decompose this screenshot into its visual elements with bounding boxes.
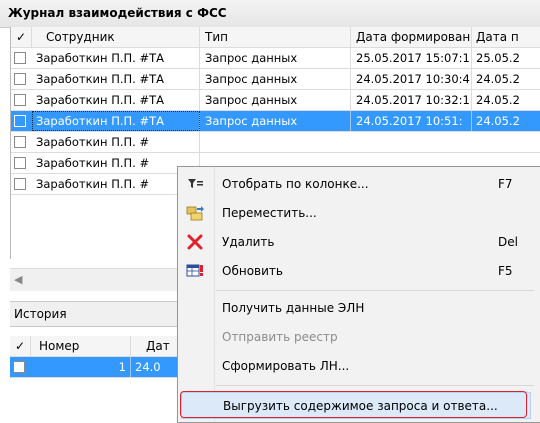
header-check[interactable]: ✓	[11, 27, 32, 47]
cell-type: Запрос данных	[201, 69, 351, 89]
menu-shortcut: F7	[498, 177, 513, 191]
menu-label: Переместить...	[222, 206, 317, 220]
cell-date-formed: 24.05.2017 10:30:4	[352, 69, 472, 89]
cell-employee: Заработкин П.П. #ТА	[32, 90, 200, 110]
history-title: История	[14, 307, 67, 321]
menu-label: Получить данные ЭЛН	[222, 301, 365, 315]
row-checkbox[interactable]	[14, 136, 26, 148]
horizontal-scrollbar[interactable]: ◀	[10, 268, 185, 291]
move-folder-icon	[186, 204, 204, 222]
table-row[interactable]: Заработкин П.П. #ТА Запрос данных 24.05.…	[11, 90, 540, 111]
cell-date-formed: 24.05.2017 10:32:1	[352, 90, 472, 110]
cell-type: Запрос данных	[201, 48, 351, 68]
scroll-left-icon[interactable]: ◀	[14, 273, 22, 286]
cell-date-formed: 24.05.2017 10:51:	[352, 111, 472, 131]
cell-type: Запрос данных	[201, 90, 351, 110]
row-checkbox[interactable]	[14, 73, 26, 85]
history-header-check[interactable]: ✓	[10, 336, 31, 356]
menu-label: Сформировать ЛН...	[222, 359, 350, 373]
history-grid: ✓ Номер Дат 1 24.0	[10, 336, 185, 396]
table-row[interactable]: Заработкин П.П. #ТА Запрос данных 24.05.…	[11, 69, 540, 90]
context-menu: Отобрать по колонке... F7 Переместить...…	[177, 166, 540, 423]
history-panel-header: История	[10, 301, 185, 327]
menu-item-filter-by-column[interactable]: Отобрать по колонке... F7	[178, 171, 540, 197]
cell-date-sent: 24.05.2	[476, 114, 520, 128]
cell-date-sent: 24.05.2	[476, 93, 520, 107]
menu-item-send-registry: Отправить реестр	[178, 324, 540, 350]
cell-employee: Заработкин П.П. #ТА	[32, 48, 200, 68]
table-row[interactable]: Заработкин П.П. #ТА Запрос данных 25.05.…	[11, 48, 540, 69]
menu-label: Отобрать по колонке...	[222, 177, 369, 191]
cell-date-formed: 25.05.2017 15:07:1	[352, 48, 472, 68]
cell-employee: Заработкин П.П. #ТА	[32, 111, 200, 131]
table-row-selected[interactable]: Заработкин П.П. #ТА Запрос данных 24.05.…	[11, 111, 540, 132]
menu-label: Обновить	[222, 264, 283, 278]
row-checkbox[interactable]	[14, 178, 26, 190]
highlight-outline	[180, 391, 527, 418]
menu-item-move[interactable]: Переместить...	[178, 200, 540, 226]
menu-item-get-eln-data[interactable]: Получить данные ЭЛН	[178, 295, 540, 321]
menu-separator	[216, 385, 534, 386]
menu-separator	[216, 290, 534, 291]
row-checkbox[interactable]	[14, 157, 26, 169]
header-date-sent[interactable]: Дата п	[473, 27, 540, 47]
cell-date-sent: 25.05.2	[476, 51, 520, 65]
cell-date-sent: 24.05.2	[476, 72, 520, 86]
menu-item-form-ln[interactable]: Сформировать ЛН...	[178, 353, 540, 379]
row-checkbox[interactable]	[14, 115, 26, 127]
delete-x-icon	[186, 233, 204, 251]
table-row[interactable]: Заработкин П.П. #	[11, 132, 540, 153]
filter-icon	[186, 175, 204, 193]
header-type[interactable]: Тип	[201, 27, 351, 47]
menu-shortcut: F5	[498, 264, 513, 278]
row-checkbox[interactable]	[14, 94, 26, 106]
header-date-formed[interactable]: Дата формировани	[352, 27, 472, 47]
menu-item-delete[interactable]: Удалить Del	[178, 229, 540, 255]
window-title: Журнал взаимодействия с ФСС	[8, 6, 227, 20]
menu-item-refresh[interactable]: Обновить F5	[178, 258, 540, 284]
cell-type: Запрос данных	[201, 111, 351, 131]
history-header-number[interactable]: Номер	[31, 336, 131, 356]
cell-employee: Заработкин П.П. #ТА	[32, 69, 200, 89]
history-header: ✓ Номер Дат	[10, 336, 185, 357]
menu-label: Отправить реестр	[222, 330, 338, 344]
history-row[interactable]: 1 24.0	[10, 357, 185, 378]
grid-header: ✓ Сотрудник Тип Дата формировани Дата п	[11, 27, 540, 48]
menu-shortcut: Del	[498, 235, 518, 249]
cell-employee: Заработкин П.П. #	[32, 174, 200, 194]
cell-employee: Заработкин П.П. #	[32, 132, 200, 152]
window-title-bar: Журнал взаимодействия с ФСС	[0, 0, 540, 28]
history-row-checkbox[interactable]	[13, 361, 25, 373]
cell-employee: Заработкин П.П. #	[32, 153, 200, 173]
history-cell-number: 1	[31, 357, 131, 377]
header-employee[interactable]: Сотрудник	[32, 27, 200, 47]
refresh-table-icon	[186, 262, 204, 280]
row-checkbox[interactable]	[14, 52, 26, 64]
menu-label: Удалить	[222, 235, 275, 249]
